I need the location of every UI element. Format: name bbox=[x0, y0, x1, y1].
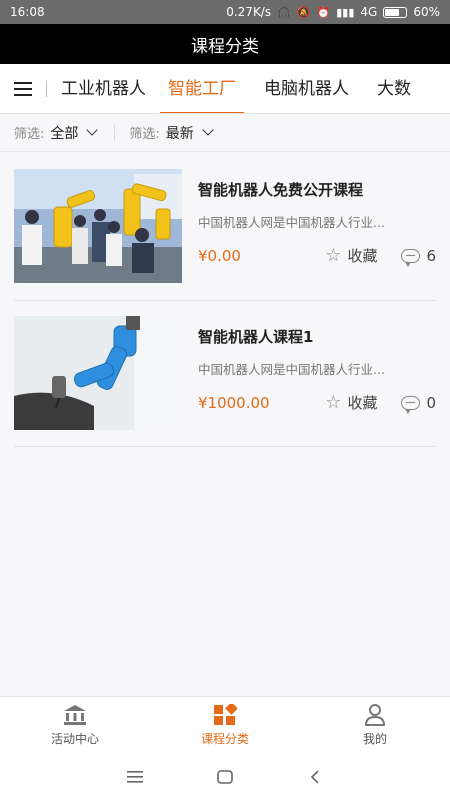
nav-course-category[interactable]: 课程分类 bbox=[150, 697, 300, 754]
course-thumbnail[interactable] bbox=[14, 169, 182, 283]
tab-big-data[interactable]: 大数 bbox=[369, 64, 419, 113]
status-time: 16:08 bbox=[10, 5, 45, 19]
course-description: 中国机器人网是中国机器人行业... bbox=[198, 215, 385, 230]
menu-icon[interactable] bbox=[0, 64, 46, 113]
tab-computer-robot[interactable]: 电脑机器人 bbox=[256, 64, 357, 113]
course-item[interactable]: 智能机器人免费公开课程 中国机器人网是中国机器人行业... ¥0.00 ☆ 收藏… bbox=[14, 169, 436, 301]
course-info: 智能机器人免费公开课程 中国机器人网是中国机器人行业... ¥0.00 ☆ 收藏… bbox=[182, 169, 436, 300]
tab-divider bbox=[46, 80, 47, 97]
comment-icon[interactable] bbox=[401, 395, 421, 414]
course-thumbnail[interactable] bbox=[14, 316, 182, 430]
tab-industrial-robot[interactable]: 工业机器人 bbox=[61, 64, 160, 113]
mute-icon: 🔕 bbox=[296, 5, 311, 19]
category-tabs: 工业机器人 智能工厂 电脑机器人 大数 bbox=[0, 64, 450, 114]
category-icon bbox=[213, 704, 237, 726]
nav-label: 活动中心 bbox=[50, 732, 99, 746]
filter-value: 全部 bbox=[50, 125, 79, 142]
recent-apps-icon[interactable] bbox=[125, 767, 145, 787]
battery-percent: 60% bbox=[413, 5, 440, 19]
course-description: 中国机器人网是中国机器人行业... bbox=[198, 362, 385, 377]
filter-value: 最新 bbox=[165, 125, 194, 142]
filter-category[interactable]: 筛选: 全部 bbox=[14, 123, 99, 143]
nav-label: 课程分类 bbox=[200, 732, 249, 746]
course-title[interactable]: 智能机器人课程1 bbox=[198, 326, 436, 347]
comment-count: 0 bbox=[426, 393, 436, 412]
nav-label: 我的 bbox=[362, 732, 387, 746]
course-price: ¥0.00 bbox=[198, 246, 241, 265]
course-item[interactable]: 智能机器人课程1 中国机器人网是中国机器人行业... ¥1000.00 ☆ 收藏… bbox=[14, 316, 436, 447]
page-title: 课程分类 bbox=[191, 36, 259, 57]
net-speed: 0.27K/s bbox=[226, 5, 272, 19]
filter-bar: 筛选: 全部 筛选: 最新 bbox=[0, 114, 450, 152]
filter-label: 筛选: bbox=[129, 127, 160, 142]
bottom-nav: 活动中心 课程分类 我的 bbox=[0, 696, 450, 754]
comment-count: 6 bbox=[426, 246, 436, 265]
signal-icon: ▮▮▮ bbox=[336, 5, 355, 19]
home-icon[interactable] bbox=[215, 767, 235, 787]
favorite-label[interactable]: 收藏 bbox=[347, 245, 377, 266]
chevron-down-icon bbox=[202, 124, 214, 136]
comment-icon[interactable] bbox=[401, 248, 421, 267]
course-title[interactable]: 智能机器人免费公开课程 bbox=[198, 179, 436, 200]
tab-smart-factory[interactable]: 智能工厂 bbox=[160, 64, 244, 113]
star-icon[interactable]: ☆ bbox=[325, 245, 341, 266]
favorite-label[interactable]: 收藏 bbox=[347, 392, 377, 413]
system-nav bbox=[0, 754, 450, 800]
nav-activity-center[interactable]: 活动中心 bbox=[0, 697, 150, 754]
filter-sort[interactable]: 筛选: 最新 bbox=[129, 123, 214, 143]
bank-icon bbox=[63, 704, 87, 726]
nav-my[interactable]: 我的 bbox=[300, 697, 450, 754]
back-icon[interactable] bbox=[305, 767, 325, 787]
person-icon bbox=[363, 704, 387, 726]
alarm-icon: ⏰ bbox=[316, 5, 331, 19]
status-bar: 16:08 0.27K/s 🎧 🔕 ⏰ ▮▮▮ 4G 60% bbox=[0, 0, 450, 24]
course-info: 智能机器人课程1 中国机器人网是中国机器人行业... ¥1000.00 ☆ 收藏… bbox=[182, 316, 436, 446]
filter-divider bbox=[114, 124, 116, 141]
battery-icon bbox=[383, 6, 408, 18]
chevron-down-icon bbox=[86, 124, 99, 136]
page-header: 课程分类 bbox=[0, 24, 450, 64]
star-icon[interactable]: ☆ bbox=[325, 392, 341, 413]
filter-label: 筛选: bbox=[14, 127, 45, 142]
course-price: ¥1000.00 bbox=[198, 393, 270, 412]
headset-icon: 🎧 bbox=[277, 5, 291, 19]
network-type: 4G bbox=[360, 5, 378, 19]
